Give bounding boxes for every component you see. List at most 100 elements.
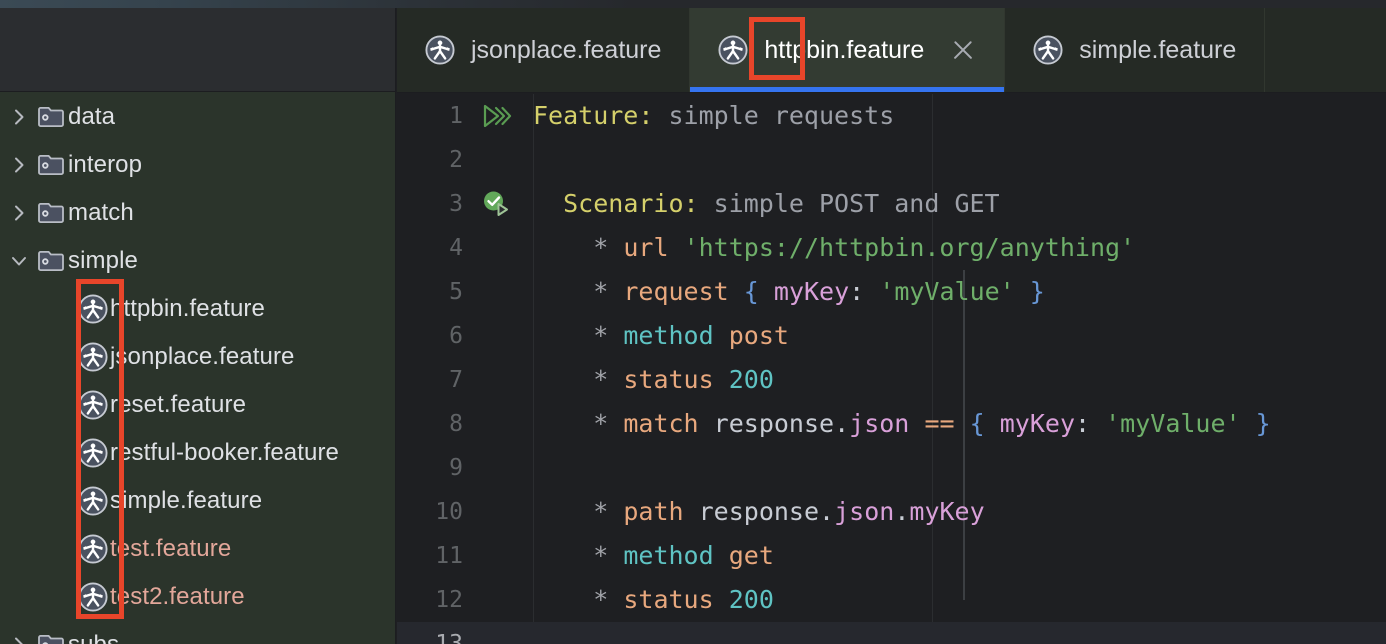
code-line[interactable]: 4 * url 'https://httpbin.org/anything' — [397, 226, 1386, 270]
code-token: url — [623, 233, 669, 262]
code-token: simple POST and GET — [698, 189, 1000, 218]
karate-feature-icon — [78, 294, 108, 324]
tree-file-restful-booker-feature[interactable]: restful-booker.feature — [0, 429, 395, 477]
code-token: * — [593, 585, 609, 614]
chevron-down-icon[interactable] — [4, 237, 34, 285]
run-success-icon[interactable] — [479, 187, 513, 221]
code-line[interactable]: 6 * method post — [397, 314, 1386, 358]
line-number: 2 — [449, 147, 463, 173]
karate-feature-icon — [718, 35, 748, 65]
code-line[interactable]: 3 Scenario: simple POST and GET — [397, 182, 1386, 226]
tree-file-jsonplace-feature[interactable]: jsonplace.feature — [0, 333, 395, 381]
tree-folder-subs[interactable]: subs — [0, 621, 395, 644]
karate-feature-icon — [718, 35, 748, 65]
code-token: 'myValue' — [1105, 409, 1241, 438]
code-text: Scenario: simple POST and GET — [533, 182, 1000, 226]
line-number: 3 — [449, 191, 463, 217]
code-token: == — [924, 409, 955, 438]
run-success-icon[interactable] — [473, 187, 533, 221]
karate-feature-icon — [76, 477, 110, 525]
code-line[interactable]: 5 * request { myKey: 'myValue' } — [397, 270, 1386, 314]
code-token: myKey — [773, 277, 850, 306]
chevron-right-icon[interactable] — [8, 106, 30, 128]
code-line[interactable]: 2 — [397, 138, 1386, 182]
project-sidebar: data interop match simple httpbin.feature jso… — [0, 8, 396, 644]
tab-label: httpbin.feature — [764, 35, 925, 64]
chevron-right-icon[interactable] — [8, 634, 30, 644]
code-token: { — [743, 277, 759, 306]
code-token: 'https://httpbin.org/anything' — [683, 233, 1136, 262]
line-number: 10 — [435, 499, 463, 525]
code-token: request — [623, 277, 729, 306]
project-panel-header — [0, 8, 395, 92]
chevron-right-icon[interactable] — [4, 93, 34, 141]
code-token: * — [593, 541, 609, 570]
code-lines: 1 Feature: simple requests 2 3 Scenario: si… — [397, 94, 1386, 644]
run-all-icon[interactable] — [479, 99, 513, 133]
karate-feature-icon — [76, 573, 110, 621]
chevron-right-icon[interactable] — [8, 154, 30, 176]
tree-file-test-feature[interactable]: test.feature — [0, 525, 395, 573]
tab-httpbin-feature[interactable]: httpbin.feature — [690, 8, 1006, 92]
chevron-right-icon[interactable] — [4, 141, 34, 189]
project-tree[interactable]: data interop match simple httpbin.feature jso… — [0, 93, 395, 644]
karate-feature-icon — [78, 438, 108, 468]
chevron-right-icon[interactable] — [4, 189, 34, 237]
tab-simple-feature[interactable]: simple.feature — [1005, 8, 1266, 92]
tree-folder-interop[interactable]: interop — [0, 141, 395, 189]
code-line[interactable]: 9 — [397, 446, 1386, 490]
tree-node-label: simple — [68, 247, 138, 274]
code-token: : — [849, 277, 880, 306]
line-number: 5 — [449, 279, 463, 305]
code-line[interactable]: 8 * match response.json == { myKey: 'myV… — [397, 402, 1386, 446]
ide-window: data interop match simple httpbin.feature jso… — [0, 0, 1386, 644]
code-token: status — [623, 365, 714, 394]
code-token: match — [623, 409, 699, 438]
code-editor[interactable]: 1 Feature: simple requests 2 3 Scenario: si… — [397, 94, 1386, 644]
code-text: * status 200 — [533, 358, 774, 402]
folder-source-icon — [34, 237, 68, 285]
karate-feature-icon — [76, 333, 110, 381]
code-token: * — [593, 233, 609, 262]
tree-folder-data[interactable]: data — [0, 93, 395, 141]
code-line[interactable]: 1 Feature: simple requests — [397, 94, 1386, 138]
code-token: 'myValue' — [879, 277, 1015, 306]
tab-jsonplace-feature[interactable]: jsonplace.feature — [397, 8, 691, 92]
tree-folder-match[interactable]: match — [0, 189, 395, 237]
chevron-down-icon[interactable] — [8, 250, 30, 272]
run-all-icon[interactable] — [473, 99, 533, 133]
code-line[interactable]: 7 * status 200 — [397, 358, 1386, 402]
chevron-right-icon[interactable] — [8, 202, 30, 224]
code-line[interactable]: 10 * path response.json.myKey — [397, 490, 1386, 534]
code-line[interactable]: 11 * method get — [397, 534, 1386, 578]
code-text: * url 'https://httpbin.org/anything' — [533, 226, 1135, 270]
folder-source-icon — [38, 107, 64, 127]
tree-file-test2-feature[interactable]: test2.feature — [0, 573, 395, 621]
code-token: json — [834, 497, 895, 526]
code-token: { — [969, 409, 985, 438]
code-line[interactable]: 12 * status 200 — [397, 578, 1386, 622]
code-token: . — [834, 409, 850, 438]
tree-file-simple-feature[interactable]: simple.feature — [0, 477, 395, 525]
code-token: Scenario: — [563, 189, 699, 218]
tree-node-label: interop — [68, 151, 143, 178]
tree-file-reset-feature[interactable]: reset.feature — [0, 381, 395, 429]
chevron-right-icon[interactable] — [4, 621, 34, 644]
close-icon[interactable] — [950, 37, 976, 63]
editor-tab-bar[interactable]: jsonplace.feature httpbin.feature simple.f… — [397, 8, 1386, 93]
code-line[interactable]: 13 — [397, 622, 1386, 644]
tree-folder-simple[interactable]: simple — [0, 237, 395, 285]
tree-node-label: data — [68, 103, 116, 130]
line-number: 7 — [449, 367, 463, 393]
tree-file-httpbin-feature[interactable]: httpbin.feature — [0, 285, 395, 333]
